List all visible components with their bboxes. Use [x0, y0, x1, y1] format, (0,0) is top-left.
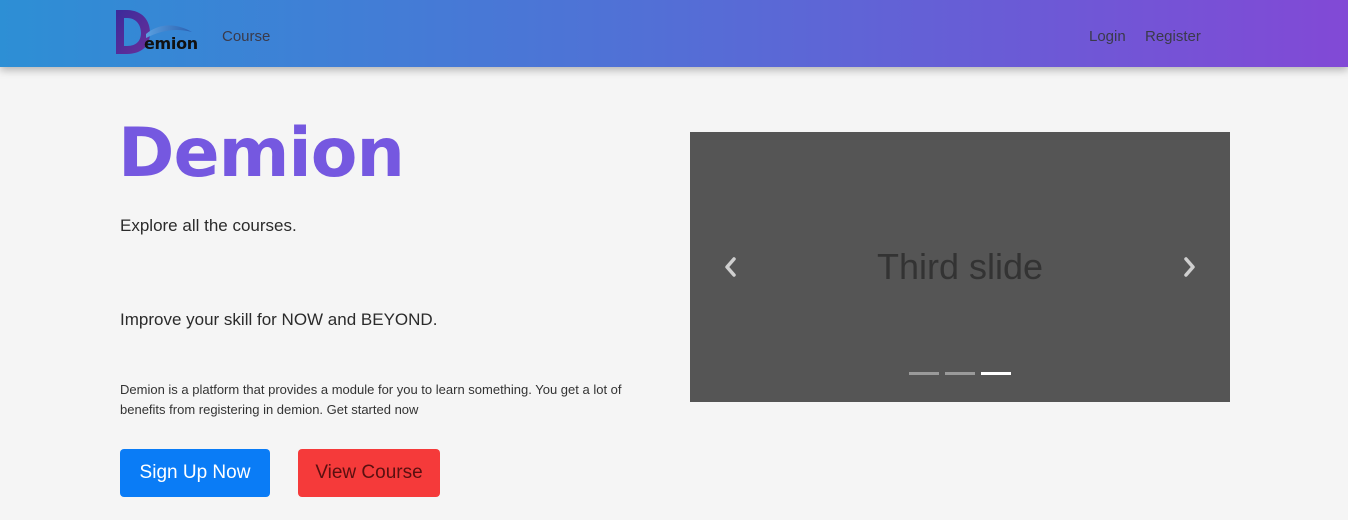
- carousel-indicators: [909, 372, 1019, 378]
- carousel-prev-button[interactable]: [719, 254, 743, 280]
- slide-caption: Third slide: [876, 246, 1044, 287]
- carousel-indicator-2[interactable]: [945, 372, 975, 375]
- navbar: emion Course Login Register: [0, 0, 1348, 67]
- logo-text: emion: [144, 34, 198, 53]
- nav-link-course[interactable]: Course: [222, 27, 270, 47]
- nav-link-login[interactable]: Login: [1089, 27, 1126, 47]
- nav-link-register[interactable]: Register: [1145, 27, 1201, 47]
- hero-description: Demion is a platform that provides a mod…: [120, 382, 622, 417]
- hero-tagline-improve: Improve your skill for NOW and BEYOND.: [120, 310, 438, 329]
- chevron-left-icon: [725, 257, 736, 277]
- carousel-indicator-1[interactable]: [909, 372, 939, 375]
- carousel-next-button[interactable]: [1177, 254, 1201, 280]
- image-carousel: Third slide: [690, 132, 1230, 402]
- hero-tagline-explore: Explore all the courses.: [120, 216, 297, 235]
- carousel-indicator-3[interactable]: [981, 372, 1011, 375]
- chevron-right-icon: [1184, 257, 1195, 277]
- sign-up-button[interactable]: Sign Up Now: [120, 449, 270, 497]
- demion-logo[interactable]: emion: [114, 8, 198, 56]
- hero-title: Demion: [118, 114, 405, 193]
- view-course-button[interactable]: View Course: [298, 449, 440, 497]
